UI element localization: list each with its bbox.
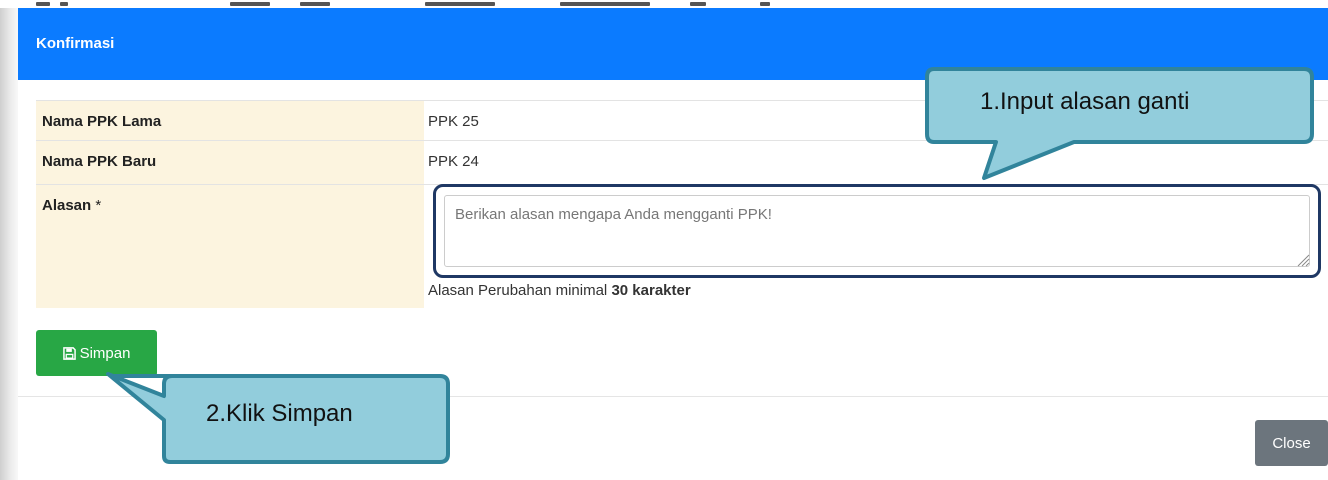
modal-header: Konfirmasi bbox=[18, 8, 1328, 80]
value-nama-ppk-baru: PPK 24 bbox=[428, 153, 479, 170]
resize-handle-icon[interactable] bbox=[1296, 253, 1310, 267]
required-asterisk: * bbox=[95, 197, 102, 214]
callout-text-1: 1.Input alasan ganti bbox=[980, 88, 1190, 115]
simpan-button[interactable]: Simpan bbox=[36, 330, 157, 376]
alasan-textarea[interactable] bbox=[444, 195, 1310, 267]
background-page-strip bbox=[0, 0, 1328, 8]
helper-min-chars: 30 karakter bbox=[611, 282, 691, 299]
simpan-label: Simpan bbox=[79, 344, 131, 362]
label-nama-ppk-lama: Nama PPK Lama bbox=[42, 113, 162, 130]
alasan-highlight-frame bbox=[433, 184, 1321, 278]
backdrop-edge bbox=[0, 8, 18, 480]
label-alasan: Alasan * bbox=[42, 197, 102, 214]
value-nama-ppk-lama: PPK 25 bbox=[428, 113, 479, 130]
callout-text-2: 2.Klik Simpan bbox=[206, 400, 353, 427]
close-button[interactable]: Close bbox=[1255, 420, 1328, 466]
floppy-disk-icon bbox=[62, 346, 76, 360]
row-nama-ppk-baru: Nama PPK Baru PPK 24 bbox=[36, 140, 1328, 184]
label-nama-ppk-baru: Nama PPK Baru bbox=[42, 153, 157, 170]
modal-title: Konfirmasi bbox=[36, 35, 115, 52]
alasan-helper-text: Alasan Perubahan minimal 30 karakter bbox=[428, 282, 691, 299]
modal-footer-divider bbox=[18, 396, 1328, 397]
